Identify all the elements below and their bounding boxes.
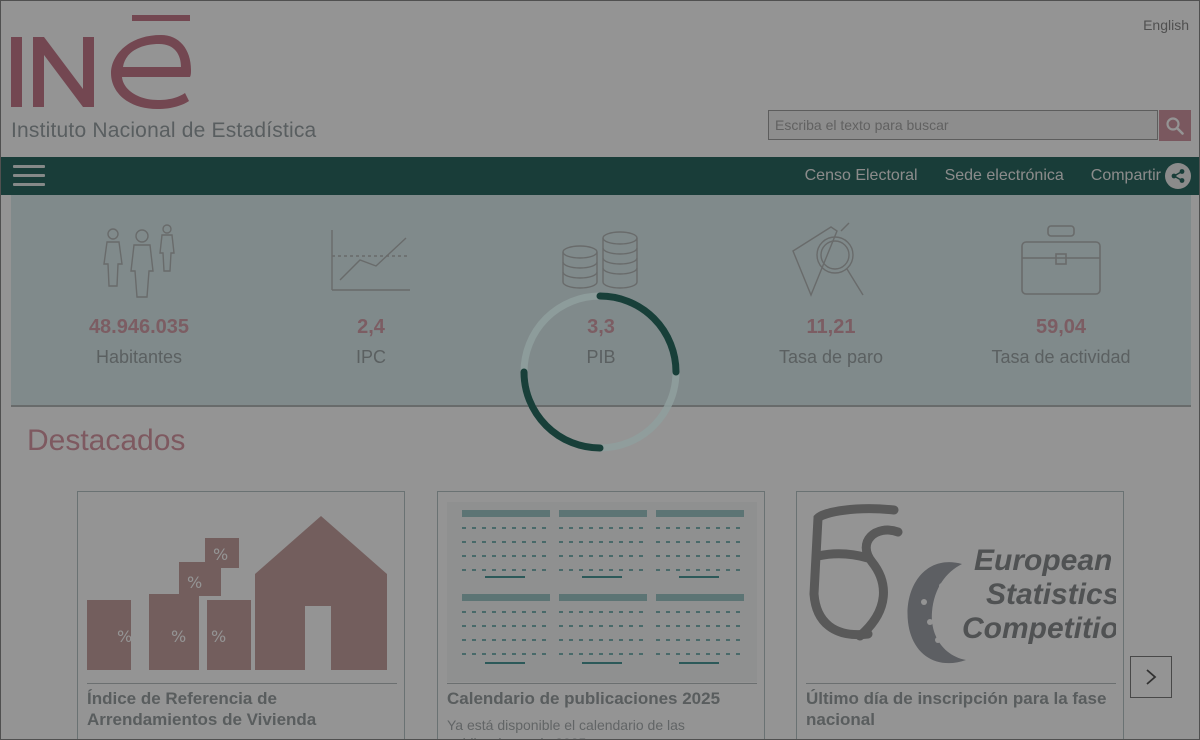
nav-link-censo-electoral[interactable]: Censo Electoral — [805, 167, 918, 185]
indicator-label: Tasa de paro — [778, 347, 884, 367]
indicator-value: 11,21 — [806, 316, 856, 338]
calendar-image — [447, 502, 757, 682]
card-description: Ya está disponible el calendario de las … — [447, 717, 685, 739]
indicator-label: Tasa de actividad — [991, 347, 1131, 367]
chevron-right-icon — [1146, 669, 1157, 685]
highlight-card[interactable]: Calendario de publicaciones 2025 Ya está… — [437, 491, 765, 739]
nav-link-sede-electronica[interactable]: Sede electrónica — [945, 167, 1064, 185]
indicator-label: Habitantes — [95, 347, 183, 367]
card-title: Índice de Referencia de Arrendamientos d… — [87, 689, 317, 729]
briefcase-icon — [1021, 225, 1101, 295]
svg-text:%: % — [187, 573, 202, 592]
share-label: Compartir — [1090, 167, 1161, 184]
carousel-next-button[interactable] — [1130, 656, 1172, 698]
highlights-title: Destacados — [27, 424, 186, 457]
indicator-tasa-actividad[interactable]: 59,04 Tasa de actividad — [943, 195, 1179, 405]
esc-word-statistics: Statistics — [986, 578, 1116, 611]
line-chart-icon — [331, 230, 410, 291]
ine-logo-mark — [11, 15, 191, 109]
svg-text:%: % — [171, 627, 186, 646]
coins-icon — [562, 231, 638, 289]
esc-word-european: European — [974, 544, 1112, 577]
indicator-value: 59,04 — [1035, 316, 1087, 338]
svg-text:%: % — [117, 627, 132, 646]
card-divider — [806, 683, 1116, 684]
people-icon — [103, 224, 175, 298]
highlight-card[interactable]: %%% %% Índice de Referencia de Arrendami… — [77, 491, 405, 739]
indicator-label: PIB — [586, 347, 616, 367]
share-icon — [1165, 163, 1191, 189]
indicator-value: 2,4 — [357, 316, 385, 338]
highlight-card[interactable]: European Statistics Competition Último d… — [796, 491, 1124, 739]
indicator-pib[interactable]: 3,3 PIB — [483, 195, 719, 405]
logo-text: Instituto Nacional de Estadística — [11, 119, 317, 142]
card-title: Último día de inscripción para la fase n… — [806, 689, 1107, 729]
indicators-panel: 48.946.035 Habitantes 2,4 IPC 3,3 PIB 11… — [11, 195, 1191, 407]
hamburger-icon[interactable] — [13, 163, 45, 189]
svg-text:%: % — [211, 627, 226, 646]
ine-logo[interactable]: Instituto Nacional de Estadística — [11, 15, 341, 145]
indicator-tasa-paro[interactable]: 11,21 Tasa de paro — [713, 195, 949, 405]
indicator-habitantes[interactable]: 48.946.035 Habitantes — [21, 195, 257, 405]
indicator-value: 3,3 — [587, 316, 615, 338]
indicator-ipc[interactable]: 2,4 IPC — [253, 195, 489, 405]
language-link[interactable]: English — [1143, 17, 1189, 33]
main-nav: Censo Electoral Sede electrónica Compart… — [1, 157, 1199, 195]
nav-links: Censo Electoral Sede electrónica Compart… — [778, 157, 1191, 195]
share-button[interactable]: Compartir — [1091, 163, 1191, 189]
card-divider — [87, 683, 397, 684]
search-icon — [1166, 116, 1184, 135]
esc-logo-image: European Statistics Competition — [806, 502, 1116, 682]
esc-word-competition: Competition — [962, 612, 1116, 645]
card-title: Calendario de publicaciones 2025 — [447, 689, 721, 708]
search-button[interactable] — [1159, 110, 1191, 141]
indicator-value: 48.946.035 — [88, 316, 190, 338]
card-divider — [447, 683, 757, 684]
svg-text:%: % — [213, 545, 228, 564]
search-input[interactable] — [768, 110, 1158, 140]
page-frame: English Instituto Nacional de Estadístic… — [0, 0, 1200, 740]
search-box — [768, 110, 1191, 142]
magnifier-icon — [792, 222, 864, 297]
house-percent-image: %%% %% — [87, 502, 397, 682]
indicator-label: IPC — [355, 347, 386, 367]
